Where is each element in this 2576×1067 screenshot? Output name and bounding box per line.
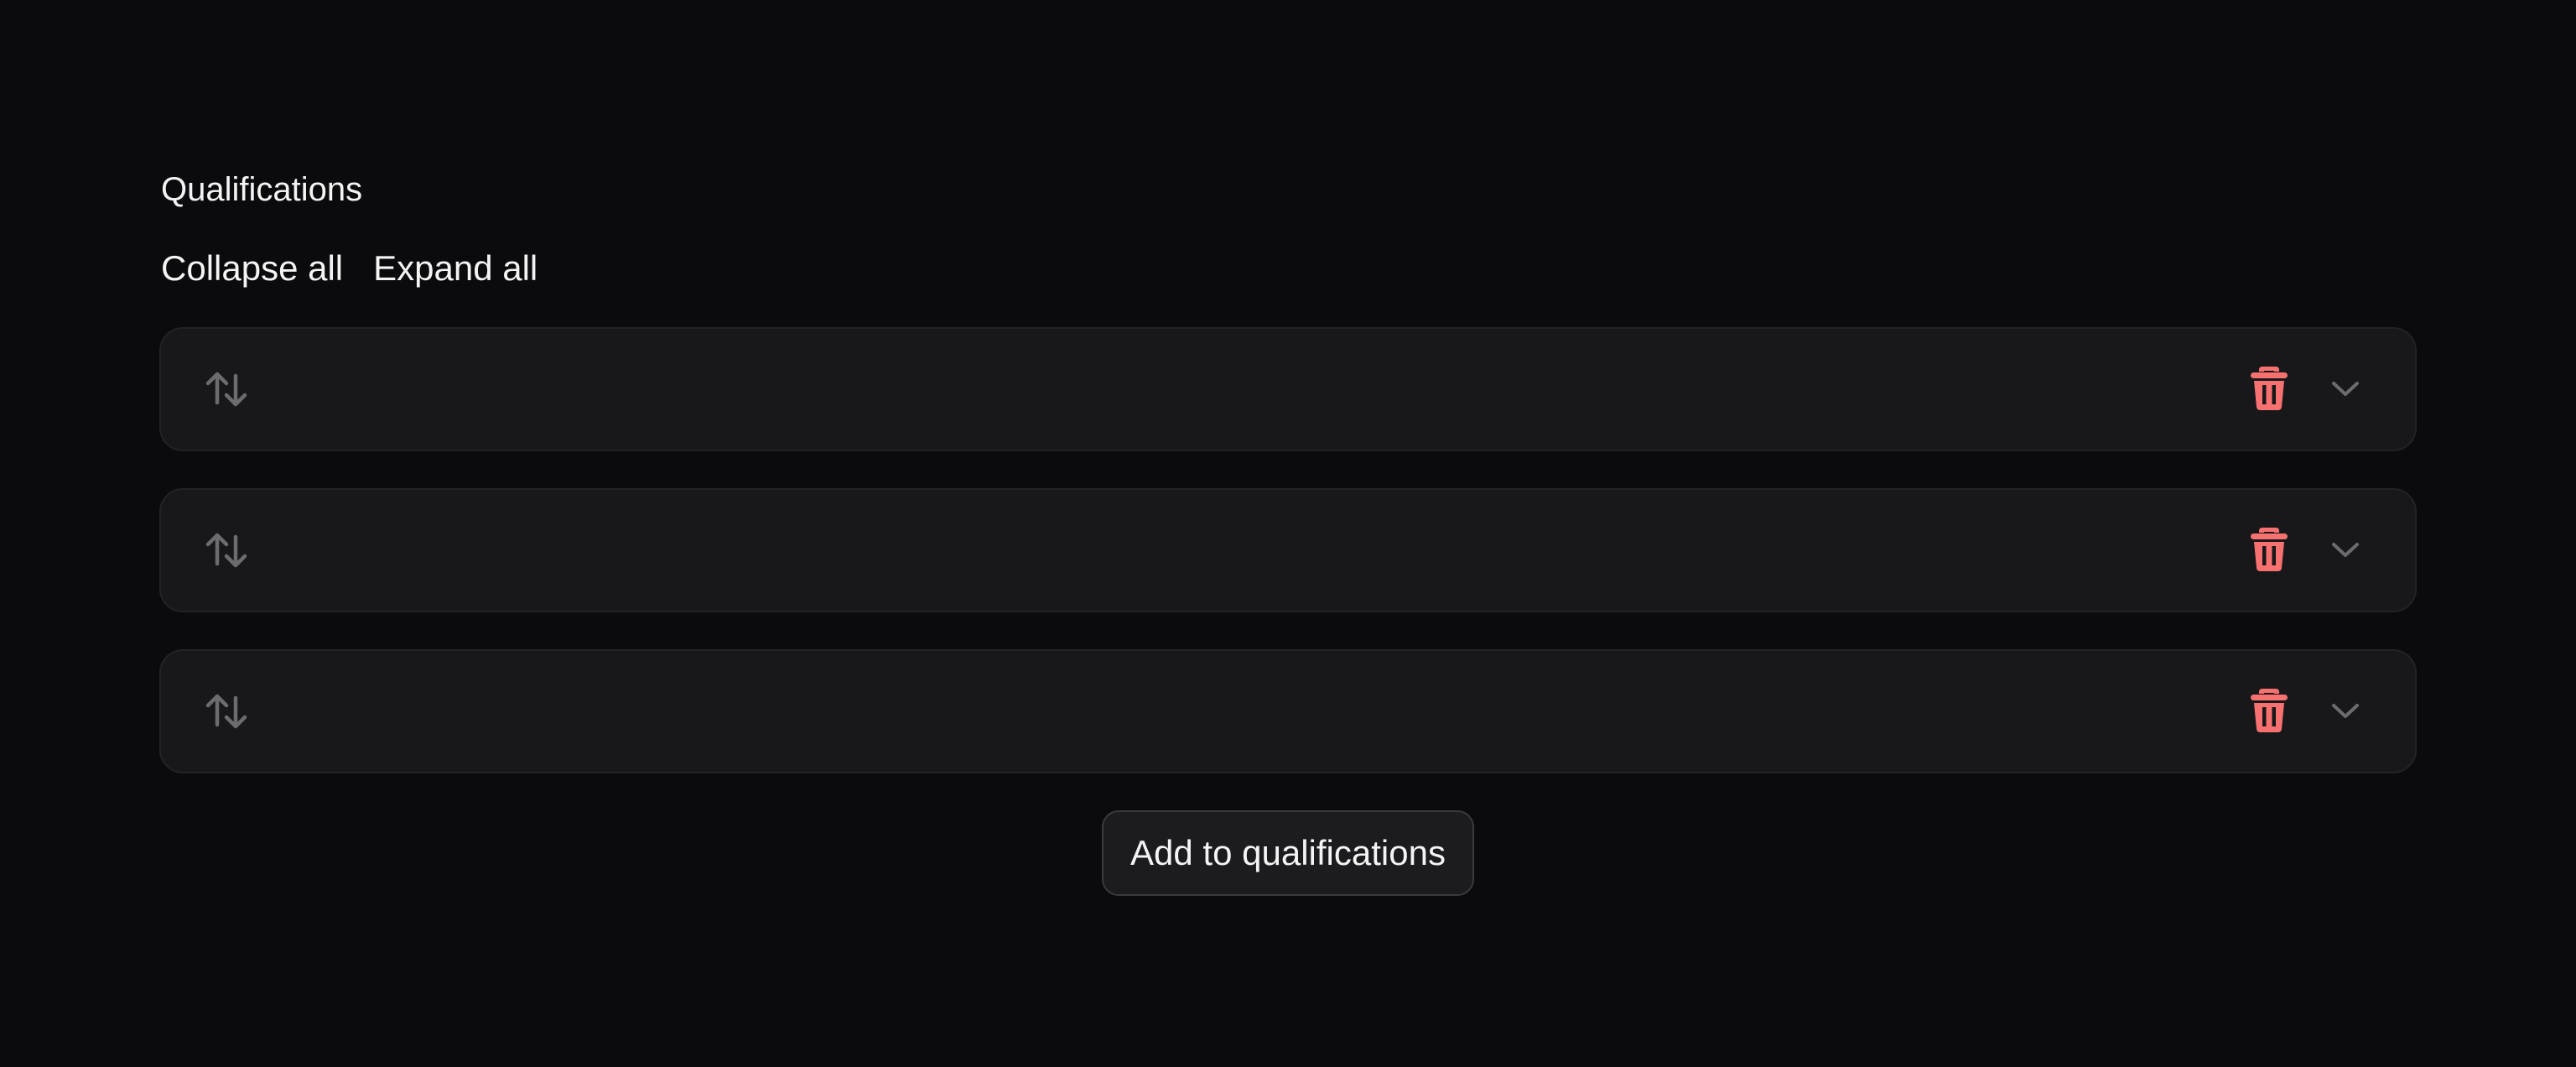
trash-icon xyxy=(2249,365,2289,414)
trash-icon xyxy=(2249,526,2289,575)
arrows-up-down-icon[interactable] xyxy=(203,688,250,735)
trash-icon xyxy=(2249,687,2289,736)
collapse-all-button[interactable]: Collapse all xyxy=(161,243,343,294)
expand-row-button[interactable] xyxy=(2324,690,2366,732)
qualifications-field: Qualifications Collapse all Expand all A… xyxy=(159,164,2417,896)
arrows-up-down-icon[interactable] xyxy=(203,527,250,574)
array-toolbar: Collapse all Expand all xyxy=(161,243,2417,294)
array-row[interactable] xyxy=(159,327,2417,451)
field-label: Qualifications xyxy=(161,171,363,208)
chevron-down-icon xyxy=(2329,533,2362,569)
array-row[interactable] xyxy=(159,649,2417,773)
add-button-wrapper: Add to qualifications xyxy=(159,810,2417,896)
delete-row-button[interactable] xyxy=(2244,525,2294,575)
expand-all-button[interactable]: Expand all xyxy=(373,243,538,294)
chevron-down-icon xyxy=(2329,694,2362,730)
array-rows xyxy=(159,327,2417,773)
arrows-up-down-icon[interactable] xyxy=(203,366,250,413)
expand-row-button[interactable] xyxy=(2324,368,2366,410)
delete-row-button[interactable] xyxy=(2244,364,2294,414)
chevron-down-icon xyxy=(2329,372,2362,408)
array-row[interactable] xyxy=(159,488,2417,612)
delete-row-button[interactable] xyxy=(2244,686,2294,736)
add-to-qualifications-button[interactable]: Add to qualifications xyxy=(1102,810,1474,896)
expand-row-button[interactable] xyxy=(2324,529,2366,571)
